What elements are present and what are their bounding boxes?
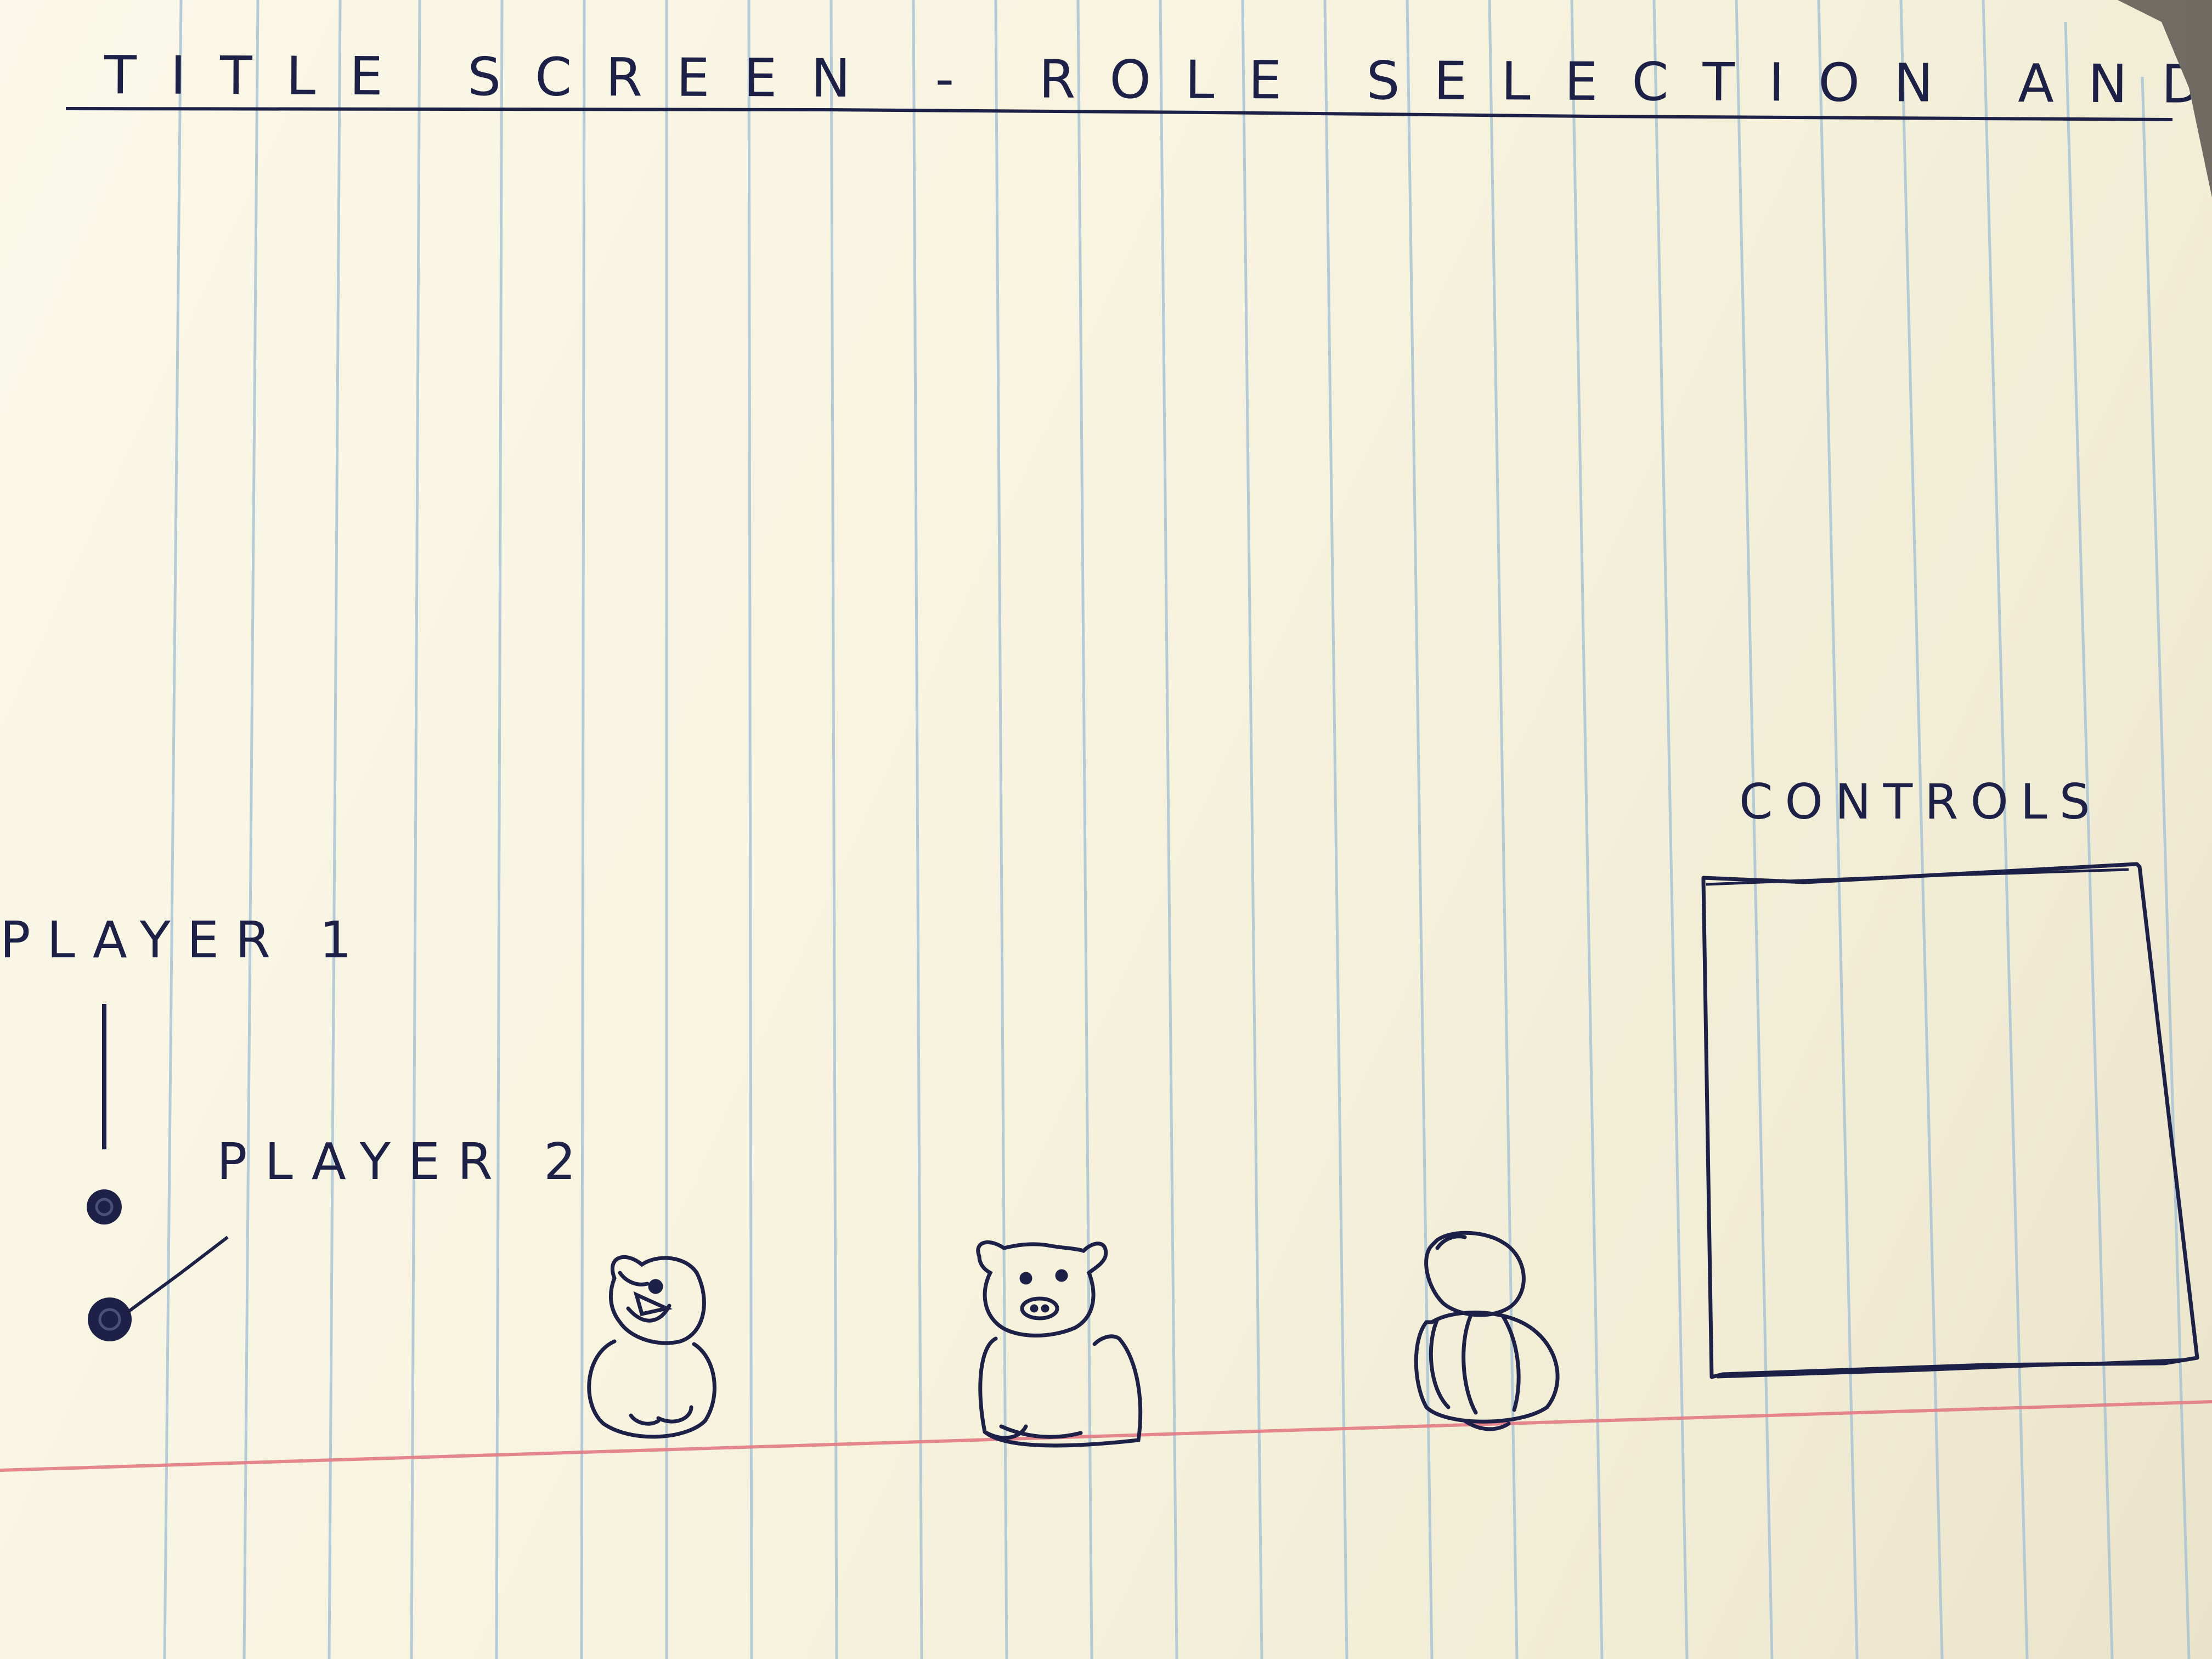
character-pig (976, 1240, 1143, 1448)
player-2-dot (88, 1297, 132, 1341)
character-bird (587, 1255, 716, 1439)
controls-box-bottom-stroke (1717, 1358, 2190, 1379)
character-snowman (1414, 1231, 1560, 1431)
player-1-dot (87, 1189, 122, 1224)
controls-label: CONTROLS (1739, 774, 2102, 830)
controls-box (1701, 862, 2199, 1379)
player-2-pointer-line (128, 1235, 229, 1313)
player-1-label: PLAYER 1 (0, 911, 368, 969)
notebook-page: TITLE SCREEN - ROLE SELECTION AND CONTRO… (0, 0, 2212, 1659)
player-2-label: PLAYER 2 (217, 1132, 594, 1191)
notebook-photo: TITLE SCREEN - ROLE SELECTION AND CONTRO… (0, 0, 2212, 1659)
controls-box-top-stroke (1706, 868, 2129, 886)
page-title: TITLE SCREEN - ROLE SELECTION AND CONTRO… (104, 44, 2212, 118)
